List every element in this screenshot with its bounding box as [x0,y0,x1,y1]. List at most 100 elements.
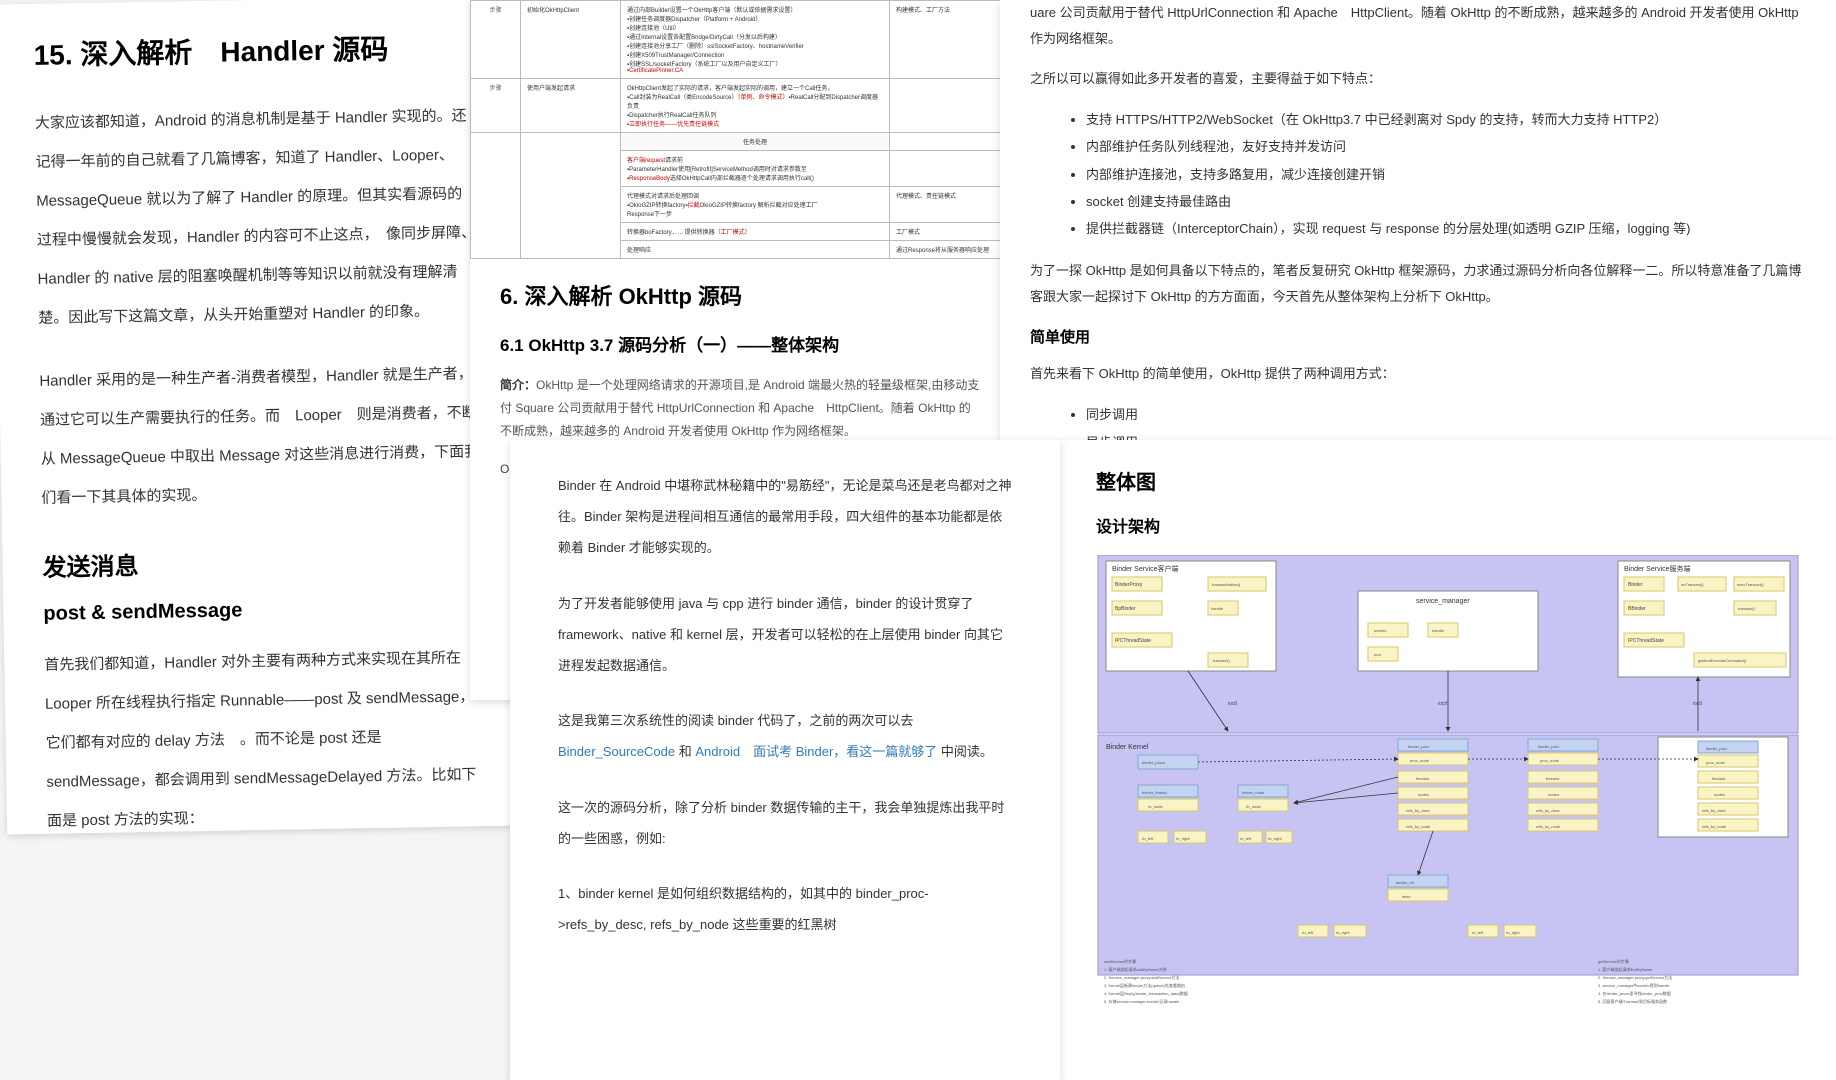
svg-text:refs_by_node: refs_by_node [1536,824,1561,829]
svg-text:rb_left: rb_left [1142,836,1154,841]
svg-text:threads: threads [1416,776,1429,781]
subsection-heading: 设计架构 [1096,513,1800,537]
text: 和 [675,744,695,759]
svg-text:IPCThreadState: IPCThreadState [1115,638,1151,644]
svg-text:svcinfo: svcinfo [1374,628,1387,633]
svg-text:rb_right: rb_right [1336,930,1350,935]
svg-text:proc_node: proc_node [1706,760,1726,765]
svg-text:nod: nod [1374,652,1381,657]
svg-text:binder_node: binder_node [1242,790,1265,795]
svg-text:rb_right: rb_right [1176,836,1190,841]
paragraph: 为了开发者能够使用 java 与 cpp 进行 binder 通信，binder… [558,588,1012,682]
paragraph: 这是我第三次系统性的阅读 binder 代码了，之前的两次可以去 Binder_… [558,705,1012,767]
svg-text:proc_node: proc_node [1410,758,1430,763]
svg-text:transact(): transact() [1213,658,1231,663]
svg-text:threads: threads [1712,776,1725,781]
binder-diagram-page: 整体图 设计架构 Binder Service客户端 BinderProxy t… [1060,440,1836,1080]
subsection-heading: 简单使用 [1030,326,1810,347]
list-item: 支持 HTTPS/HTTP2/WebSocket（在 OkHttp3.7 中已经… [1086,106,1810,133]
svg-text:rb_left: rb_left [1472,930,1484,935]
svg-text:getAndExecuteCommand(): getAndExecuteCommand() [1698,658,1747,663]
list-item: 提供拦截器链（InterceptorChain），实现 request 与 re… [1086,215,1810,242]
text: 中阅读。 [937,744,993,759]
svg-text:2. Service_manager.proxy.addSe: 2. Service_manager.proxy.addService方法 [1104,974,1179,980]
handler-article-page: 15. 深入解析 Handler 源码 大家应该都知道，Android 的消息机… [0,0,527,834]
svg-text:BinderProxy: BinderProxy [1115,582,1143,588]
svg-text:onTransact(): onTransact() [1681,582,1704,587]
svg-text:ioctl: ioctl [1228,701,1237,707]
paragraph: 这一次的源码分析，除了分析 binder 数据传输的主干，我会单独提炼出我平时的… [558,792,1012,854]
svg-text:binder_proc: binder_proc [1408,744,1429,749]
binder-article-page: Binder 在 Android 中堪称武林秘籍中的"易筋经"，无论是菜鸟还是老… [510,440,1060,1080]
intro-label: 简介： [500,378,536,392]
svg-text:proc_node: proc_node [1540,758,1560,763]
svg-text:nodes: nodes [1418,792,1429,797]
svg-text:rb_right: rb_right [1268,836,1282,841]
svg-text:refs_by_desc: refs_by_desc [1406,808,1430,813]
svg-text:addService时步骤: addService时步骤 [1104,958,1136,964]
list-item: 内部维护连接池，支持多路复用，减少连接创建开销 [1086,161,1810,188]
paragraph: 1、binder kernel 是如何组织数据结构的，如其中的 binder_p… [558,878,1012,940]
svg-text:rb_right: rb_right [1506,930,1520,935]
svg-text:refs_by_node: refs_by_node [1702,824,1727,829]
svg-text:binder_ref: binder_ref [1396,880,1415,885]
svg-text:5. 回复客户端/Transact到目标服务函数: 5. 回复客户端/Transact到目标服务函数 [1598,998,1667,1004]
architecture-diagram: Binder Service客户端 BinderProxy transactNa… [1096,555,1800,1035]
feature-list: 支持 HTTPS/HTTP2/WebSocket（在 OkHttp3.7 中已经… [1030,106,1810,242]
svg-text:Binder Service客户端: Binder Service客户端 [1112,564,1179,573]
interview-link[interactable]: Android 面试考 Binder，看这一篇就够了 [695,744,937,759]
svg-text:3. service_manager中svcinfo得到ha: 3. service_manager中svcinfo得到handle [1598,982,1670,988]
svg-text:5. 存储service,manager.svcinfo记录: 5. 存储service,manager.svcinfo记录handle [1104,998,1180,1004]
svg-text:4. 在binder_procs里寻找binder_proc: 4. 在binder_procs里寻找binder_proc数据 [1598,990,1671,996]
paragraph: Binder 在 Android 中堪称武林秘籍中的"易筋经"，无论是菜鸟还是老… [558,470,1012,564]
svg-text:Binder Kernel: Binder Kernel [1106,744,1149,751]
list-item: 异步调用 [1086,429,1810,440]
list-item: 同步调用 [1086,401,1810,428]
page-title: 6. 深入解析 OkHttp 源码 [500,279,980,311]
list-item: 内部维护任务队列线程池，友好支持并发访问 [1086,133,1810,160]
paragraph: 之所以可以赢得如此多开发者的喜爱，主要得益于如下特点： [1030,66,1810,92]
page-title: 15. 深入解析 Handler 源码 [33,26,474,74]
subsection-heading: post & sendMessage [43,595,483,626]
paragraph: 大家应该都知道，Android 的消息机制是基于 Handler 实现的。还记得… [35,96,479,338]
svg-text:BpBinder: BpBinder [1115,606,1136,612]
paragraph: 首先来看下 OkHttp 的简单使用，OkHttp 提供了两种调用方式： [1030,361,1810,387]
svg-text:rb_node: rb_node [1246,804,1261,809]
svg-text:rb_left: rb_left [1302,930,1314,935]
config-table: 步骤初始化OkHttpClient通过内部Builder设置一个OkHttp客户… [470,0,1010,259]
section-heading: 6.1 OkHttp 3.7 源码分析（一）——整体架构 [500,331,980,356]
paragraph: uare 公司贡献用于替代 HttpUrlConnection 和 Apache… [1030,0,1810,52]
svg-text:binder_thread: binder_thread [1142,790,1167,795]
svg-text:desc: desc [1402,894,1410,899]
paragraph: 为了一探 OkHttp 是如何具备以下特点的，笔者反复研究 OkHttp 框架源… [1030,258,1810,310]
svg-text:binder_proc: binder_proc [1538,744,1559,749]
call-type-list: 同步调用 异步调用 [1030,401,1810,440]
intro-paragraph: 简介：OkHttp 是一个处理网络请求的开源项目,是 Android 端最火热的… [500,374,980,442]
intro-text: OkHttp 是一个处理网络请求的开源项目,是 Android 端最火热的轻量级… [500,378,979,438]
svg-text:2. Service_manager.proxy.getSe: 2. Service_manager.proxy.getService方法 [1598,974,1672,980]
svg-text:refs_by_desc: refs_by_desc [1702,808,1726,813]
svg-text:Binder: Binder [1628,582,1643,588]
svg-text:rb_left: rb_left [1240,836,1252,841]
svg-text:execTransact(): execTransact() [1737,582,1764,587]
svg-text:1. 客户端发起请求findByName: 1. 客户端发起请求findByName [1598,966,1653,972]
source-code-link[interactable]: Binder_SourceCode [558,744,675,759]
svg-text:nodes: nodes [1548,792,1559,797]
svg-text:getService时步骤: getService时步骤 [1598,958,1629,964]
svg-text:binder_procs: binder_procs [1142,760,1165,765]
svg-text:handle: handle [1211,606,1224,611]
svg-text:IPCThreadState: IPCThreadState [1628,638,1664,644]
section-heading: 发送消息 [42,540,483,583]
svg-text:nodes: nodes [1714,792,1725,797]
svg-text:ioctl: ioctl [1693,701,1702,707]
svg-text:transact(): transact() [1738,606,1756,611]
svg-text:handle: handle [1432,628,1445,633]
paragraph: 首先我们都知道，Handler 对外主要有两种方式来实现在其所在 Looper … [44,638,487,834]
list-item: socket 创建支持最佳路由 [1086,188,1810,215]
section-heading: 整体图 [1096,466,1800,495]
svg-text:ioctl: ioctl [1438,701,1447,707]
svg-text:4. Kernel层Reply(binder_transac: 4. Kernel层Reply(binder_transaction_data)… [1104,990,1188,996]
svg-text:BBinder: BBinder [1628,606,1646,612]
svg-text:service_manager: service_manager [1416,598,1470,605]
svg-text:3. Kernel层新建binder方法(queue)先查看: 3. Kernel层新建binder方法(queue)先查看路由 [1104,982,1185,988]
